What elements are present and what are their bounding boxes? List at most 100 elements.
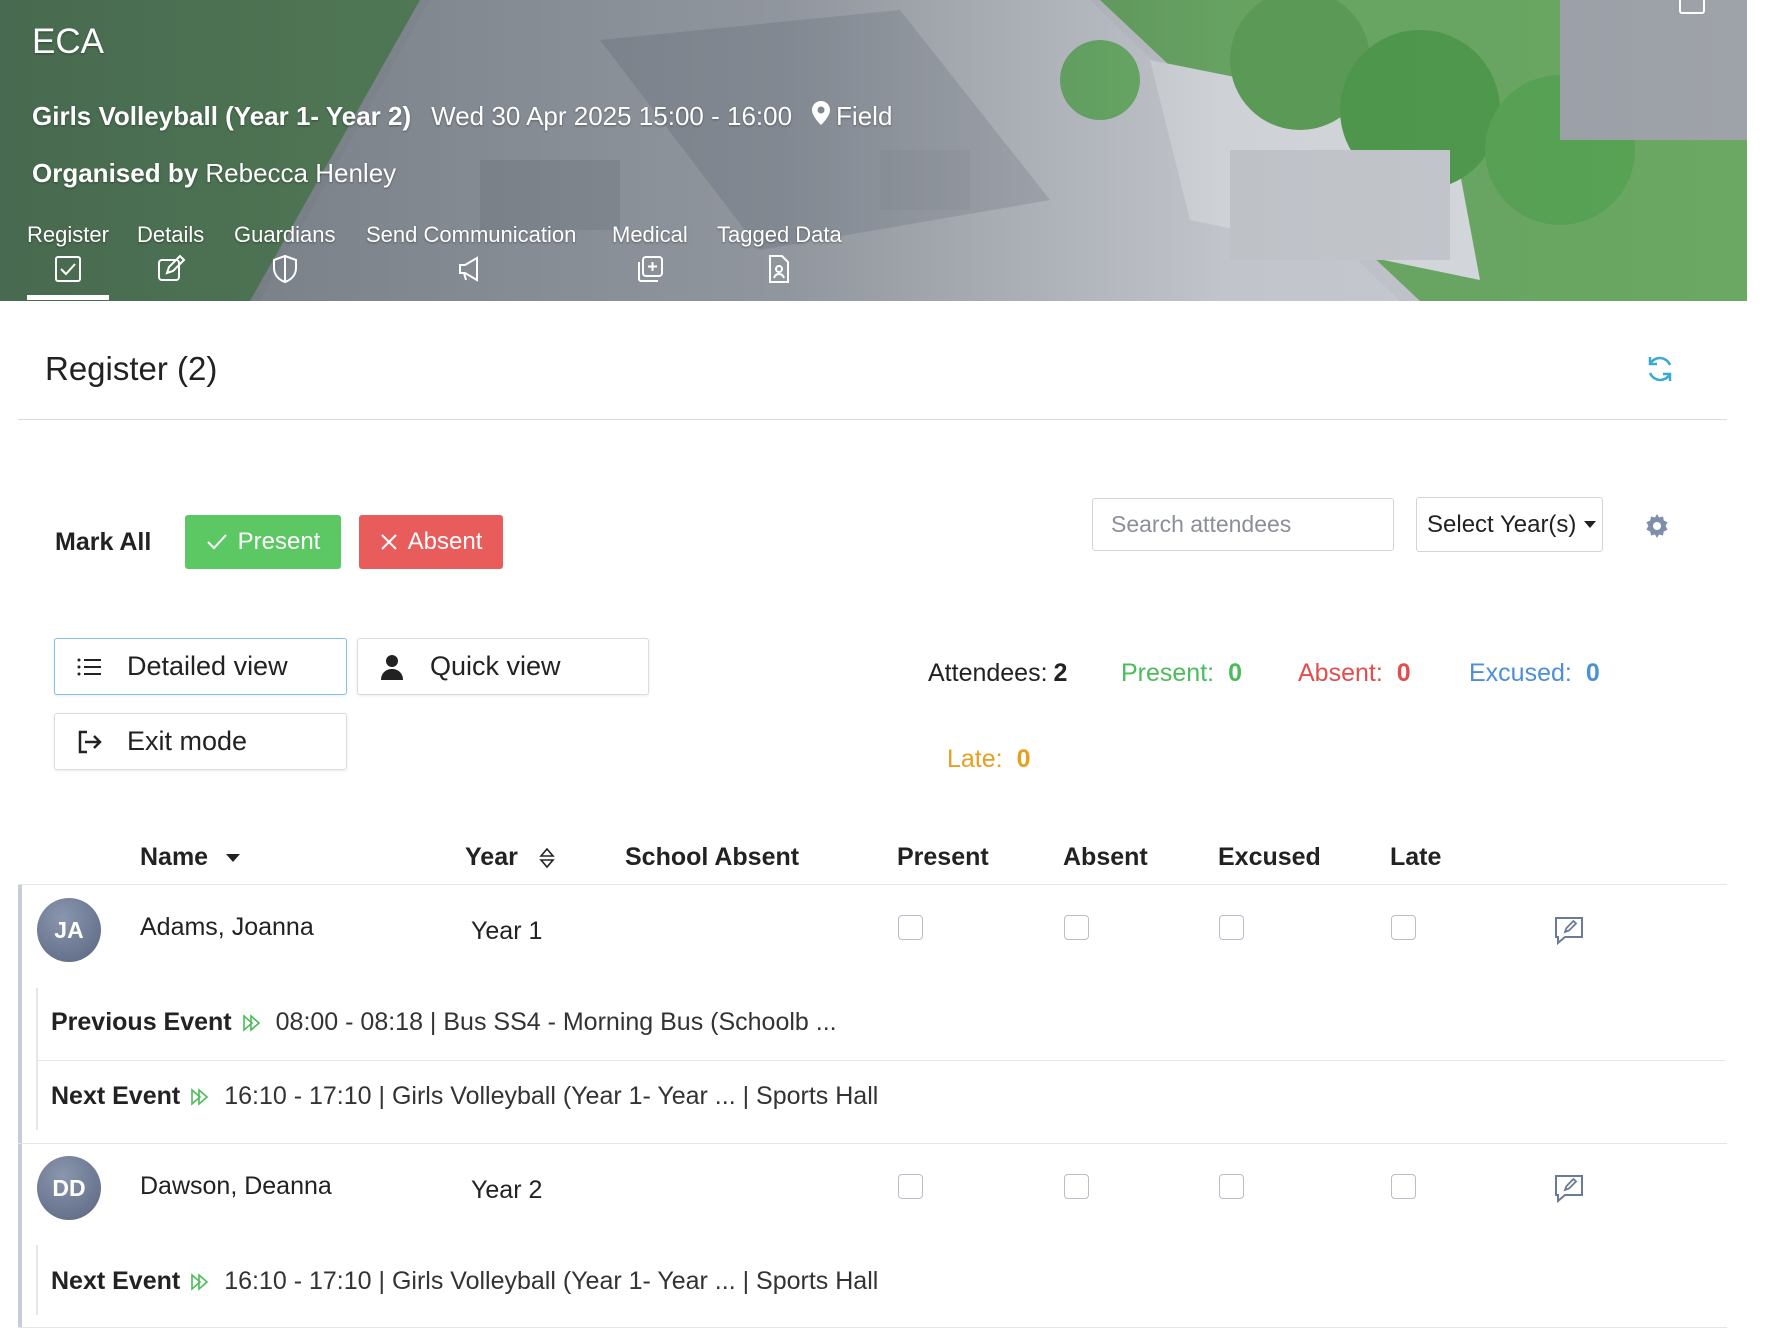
tab-medical[interactable]: Medical: [612, 222, 688, 284]
exit-mode-label: Exit mode: [127, 726, 248, 756]
quick-view-button[interactable]: Quick view: [357, 638, 649, 695]
mark-all-absent-button[interactable]: Absent: [359, 515, 503, 569]
app-title: ECA: [32, 22, 104, 61]
present-button-label: Present: [237, 528, 321, 555]
attendees-count: 2: [1053, 659, 1068, 687]
present-checkbox[interactable]: [898, 1174, 923, 1199]
event-datetime: Wed 30 Apr 2025 15:00 - 16:00: [431, 101, 793, 131]
student-name[interactable]: Dawson, Deanna: [140, 1172, 332, 1201]
present-stat: Present: 0: [1121, 659, 1242, 688]
previous-event-label: Previous Event: [51, 1008, 232, 1036]
external-link-icon[interactable]: [1679, 0, 1705, 14]
events-bar: [36, 1245, 38, 1315]
late-count: 0: [1016, 745, 1031, 773]
tab-tagged-data[interactable]: Tagged Data: [717, 222, 842, 284]
add-note-icon[interactable]: [1553, 914, 1585, 946]
event-title: Girls Volleyball (Year 1- Year 2): [32, 101, 412, 131]
student-year: Year 2: [471, 1176, 543, 1204]
organised-by-label: Organised by: [32, 158, 199, 188]
year-select[interactable]: Select Year(s): [1416, 497, 1603, 552]
next-event-label: Next Event: [51, 1267, 181, 1295]
detailed-view-button[interactable]: Detailed view: [54, 638, 347, 695]
present-checkbox[interactable]: [898, 915, 923, 940]
column-header-present: Present: [897, 843, 989, 871]
avatar: JA: [37, 898, 101, 962]
tab-label: Guardians: [234, 222, 336, 247]
late-checkbox[interactable]: [1391, 915, 1416, 940]
mark-all-label: Mark All: [55, 528, 152, 556]
column-header-name[interactable]: Name: [140, 843, 241, 872]
tab-register[interactable]: Register: [27, 222, 109, 284]
tab-guardians[interactable]: Guardians: [234, 222, 336, 284]
absent-checkbox[interactable]: [1064, 915, 1089, 940]
next-event-label: Next Event: [51, 1082, 181, 1110]
location-pin-icon: [812, 101, 831, 132]
excused-stat-label: Excused:: [1469, 659, 1572, 687]
next-event: Next Event 16:10 - 17:10 | Girls Volleyb…: [51, 1267, 878, 1296]
event-header-banner: ECA Girls Volleyball (Year 1- Year 2) We…: [0, 0, 1747, 301]
avatar: DD: [37, 1156, 101, 1220]
event-divider: [36, 1060, 1726, 1061]
tab-details[interactable]: Details: [137, 222, 204, 284]
column-header-absent: Absent: [1063, 843, 1148, 871]
excused-stat: Excused: 0: [1469, 659, 1600, 688]
shield-icon: [272, 254, 297, 284]
sort-icon: [539, 848, 555, 869]
tab-label: Tagged Data: [717, 222, 842, 247]
page-root: { "header": { "app_title": "ECA", "event…: [0, 0, 1778, 1338]
list-icon: [77, 658, 101, 675]
column-header-year[interactable]: Year: [465, 843, 555, 872]
column-label: Name: [140, 843, 209, 871]
tab-label: Details: [137, 222, 205, 247]
caret-down-icon: [1584, 521, 1597, 528]
excused-checkbox[interactable]: [1219, 1174, 1244, 1199]
double-chevron-right-icon: [191, 1087, 209, 1106]
column-header-school-absent: School Absent: [625, 843, 800, 871]
attendees-stat: Attendees: 2: [928, 659, 1067, 688]
sort-desc-icon: [226, 854, 241, 863]
previous-event: Previous Event 08:00 - 08:18 | Bus SS4 -…: [51, 1008, 837, 1037]
exit-mode-button[interactable]: Exit mode: [54, 713, 347, 770]
register-divider: [18, 419, 1727, 420]
late-stat: Late: 0: [947, 745, 1031, 774]
double-chevron-right-icon: [191, 1272, 209, 1291]
year-select-value: Select Year(s): [1427, 510, 1577, 538]
present-count: 0: [1228, 659, 1243, 687]
excused-count: 0: [1585, 659, 1600, 687]
edit-icon: [157, 254, 186, 281]
mark-all-present-button[interactable]: Present: [185, 515, 341, 569]
check-icon: [206, 534, 227, 550]
user-icon: [381, 654, 403, 680]
column-header-excused: Excused: [1218, 843, 1321, 871]
row-divider: [18, 1143, 1727, 1144]
refresh-icon[interactable]: [1644, 353, 1676, 385]
late-checkbox[interactable]: [1391, 1174, 1416, 1199]
absent-checkbox[interactable]: [1064, 1174, 1089, 1199]
close-icon: [380, 534, 397, 550]
row-accent-bar: [18, 885, 22, 1144]
next-event-text: 16:10 - 17:10 | Girls Volleyball (Year 1…: [224, 1267, 879, 1295]
absent-button-label: Absent: [407, 528, 483, 555]
events-bar: [36, 988, 38, 1130]
late-stat-label: Late:: [947, 745, 1003, 773]
organiser-line: Organised by Rebecca Henley: [32, 158, 396, 189]
gear-icon[interactable]: [1644, 513, 1670, 539]
search-input[interactable]: [1092, 498, 1394, 551]
tab-label: Register: [27, 222, 109, 247]
row-accent-bar: [18, 1144, 22, 1328]
exit-icon: [78, 730, 102, 753]
add-note-icon[interactable]: [1553, 1172, 1585, 1204]
excused-checkbox[interactable]: [1219, 915, 1244, 940]
tab-label: Send Communication: [366, 222, 577, 247]
medical-icon: [637, 256, 663, 282]
column-header-late: Late: [1390, 843, 1442, 871]
double-chevron-right-icon: [242, 1013, 260, 1032]
tab-label: Medical: [612, 222, 688, 247]
absent-stat: Absent: 0: [1298, 659, 1411, 688]
event-summary: Girls Volleyball (Year 1- Year 2) Wed 30…: [32, 101, 892, 132]
column-label: Year: [465, 843, 518, 871]
tab-send-communication[interactable]: Send Communication: [366, 222, 576, 284]
absent-count: 0: [1396, 659, 1411, 687]
detailed-view-label: Detailed view: [127, 651, 288, 681]
student-name[interactable]: Adams, Joanna: [140, 913, 314, 942]
